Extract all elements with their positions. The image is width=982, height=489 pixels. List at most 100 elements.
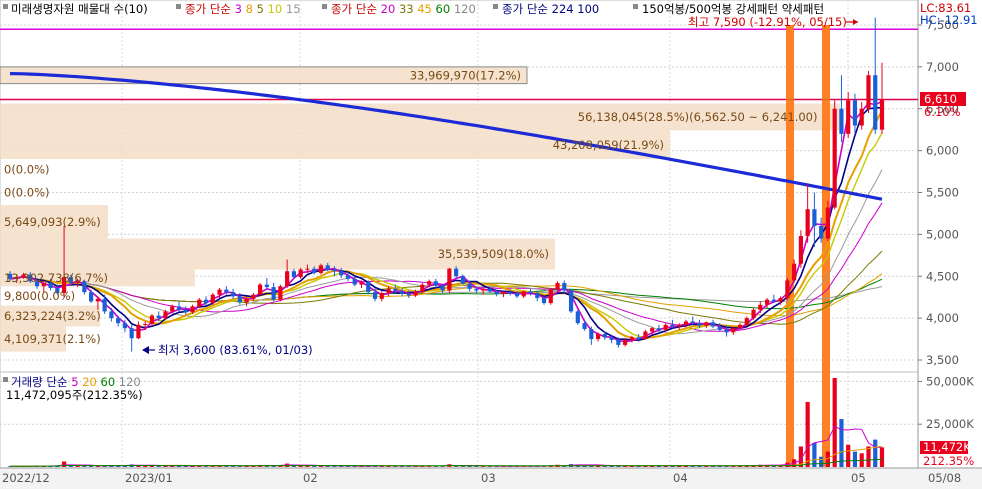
date-tick-label: 02 xyxy=(303,471,318,485)
candle-body xyxy=(372,292,378,299)
volume-legend-label: 거래량 단순 xyxy=(11,375,71,389)
candle-body xyxy=(217,289,222,295)
candle-body xyxy=(318,265,324,273)
candle-body xyxy=(873,75,878,130)
ma-legend-period: 33 xyxy=(399,2,417,16)
volume-profile-label: 13,302,738(6.7%) xyxy=(4,271,108,285)
volume-bar xyxy=(75,466,80,467)
candle-body xyxy=(264,284,269,288)
hc-label: HC:-12.91 xyxy=(920,13,978,27)
volume-legend-title[interactable]: 거래량 단순 5 20 60 120 xyxy=(11,375,141,389)
price-tick-label: 5,500 xyxy=(926,186,959,200)
volume-legend-period: 60 xyxy=(101,375,119,389)
date-tick-label: 05 xyxy=(851,471,866,485)
candle-body xyxy=(636,337,641,340)
volume-profile-label: 9,800(0.0%) xyxy=(4,289,75,303)
candle-body xyxy=(339,271,344,276)
ma-legend-period: 20 xyxy=(381,2,399,16)
candle-body xyxy=(521,291,526,297)
low-price-label: 최저 3,600 (83.61%, 01/03) xyxy=(158,343,313,357)
legend-pattern[interactable]: 150억봉/500억봉 강세패턴 약세패턴 xyxy=(642,2,824,16)
candle-body xyxy=(440,285,445,291)
candle-body xyxy=(852,100,858,126)
candle-body xyxy=(251,294,256,299)
candle-body xyxy=(298,269,303,278)
candle-body xyxy=(224,289,229,293)
date-tick-label: 03 xyxy=(481,471,496,485)
strong-pattern-bar xyxy=(786,25,794,467)
ma-legend-label: 종가 단순 xyxy=(331,2,381,16)
candle-body xyxy=(805,209,810,237)
volume-profile-label: 5,649,093(2.9%) xyxy=(4,215,101,229)
date-tick-label: 05/08 xyxy=(928,471,961,485)
candle-body xyxy=(764,299,770,305)
candle-body xyxy=(683,321,689,325)
candle-body xyxy=(697,323,702,326)
date-tick-label: 04 xyxy=(673,471,688,485)
candle-body xyxy=(366,282,371,293)
volume-profile-label: 56,138,045(28.5%)(6,562.50 ~ 6,241.00) xyxy=(578,110,818,124)
candle-body xyxy=(690,321,695,324)
candle-body xyxy=(629,337,634,340)
candle-body xyxy=(386,288,391,293)
legend-ma-group-1[interactable]: 종가 단순 3 8 5 10 15 xyxy=(185,2,301,16)
legend-square-icon xyxy=(3,4,8,9)
candle-body xyxy=(744,318,749,325)
volume-profile-label: 35,539,509(18.0%) xyxy=(438,247,549,261)
candle-body xyxy=(487,288,493,292)
volume-profile-label: 0(0.0%) xyxy=(4,162,50,176)
volume-profile-label: 43,208,059(21.9%) xyxy=(553,138,664,152)
candle-body xyxy=(616,339,621,345)
candle-body xyxy=(589,329,594,340)
ma-legend-period: 45 xyxy=(417,2,435,16)
current-volume-label: 11,472K xyxy=(923,440,971,454)
candle-body xyxy=(393,288,398,292)
candle-body xyxy=(812,209,817,226)
volume-profile-label: 0(0.0%) xyxy=(4,186,50,200)
date-tick-label: 2022/12 xyxy=(2,471,50,485)
candle-body xyxy=(312,268,317,273)
candle-body xyxy=(819,226,824,239)
candle-body xyxy=(129,328,134,339)
low-annotation: 최저 3,600 (83.61%, 01/03) xyxy=(142,343,313,357)
ma-legend-period: 3 xyxy=(235,2,246,16)
candle-body xyxy=(494,291,499,294)
volume-bar xyxy=(61,461,67,467)
candle-body xyxy=(582,323,587,330)
candle-body xyxy=(859,108,864,126)
ma-legend-period: 120 xyxy=(454,2,476,16)
candle-body xyxy=(305,268,310,270)
ma-legend-period: 10 xyxy=(268,2,286,16)
candle-body xyxy=(149,315,155,324)
candle-body xyxy=(258,284,263,295)
volume-scale-labels: 11,472K 212.35% xyxy=(920,440,974,468)
legend-title[interactable]: 미래생명자원 매물대 수(10) xyxy=(11,2,148,16)
volume-tick-label: 25,000K xyxy=(926,417,974,431)
candle-body xyxy=(278,286,283,300)
legend-square-icon xyxy=(633,4,638,9)
candle-body xyxy=(717,326,722,330)
ma-legend-label: 종가 단순 xyxy=(185,2,235,16)
candle-body xyxy=(508,292,513,294)
ma-legend-label: 종가 단순 xyxy=(502,2,552,16)
candle-body xyxy=(176,306,182,310)
legend-ma-group-2[interactable]: 종가 단순 20 33 45 60 120 xyxy=(331,2,476,16)
candle-body xyxy=(183,309,188,313)
candle-body xyxy=(447,268,452,291)
candle-body xyxy=(116,318,121,324)
candle-body xyxy=(420,284,425,292)
stock-chart[interactable]: 33,969,970(17.2%) 56,138,045(28.5%)(6,562… xyxy=(0,0,982,489)
candle-body xyxy=(95,298,100,302)
volume-tick-label: 50,000K xyxy=(926,374,974,388)
ma-legend-period: 224 xyxy=(552,2,578,16)
date-tick-label: 2023/01 xyxy=(125,471,173,485)
candle-body xyxy=(562,282,567,291)
legend-ma-group-3[interactable]: 종가 단순 224 100 xyxy=(502,2,599,16)
candle-body xyxy=(656,328,662,330)
candle-body xyxy=(670,324,675,327)
current-price-label: 6,610 xyxy=(924,92,957,106)
volume-legend-period: 5 xyxy=(71,375,82,389)
candle-body xyxy=(197,299,202,307)
candle-body xyxy=(825,207,831,239)
volume-bar xyxy=(866,446,871,467)
